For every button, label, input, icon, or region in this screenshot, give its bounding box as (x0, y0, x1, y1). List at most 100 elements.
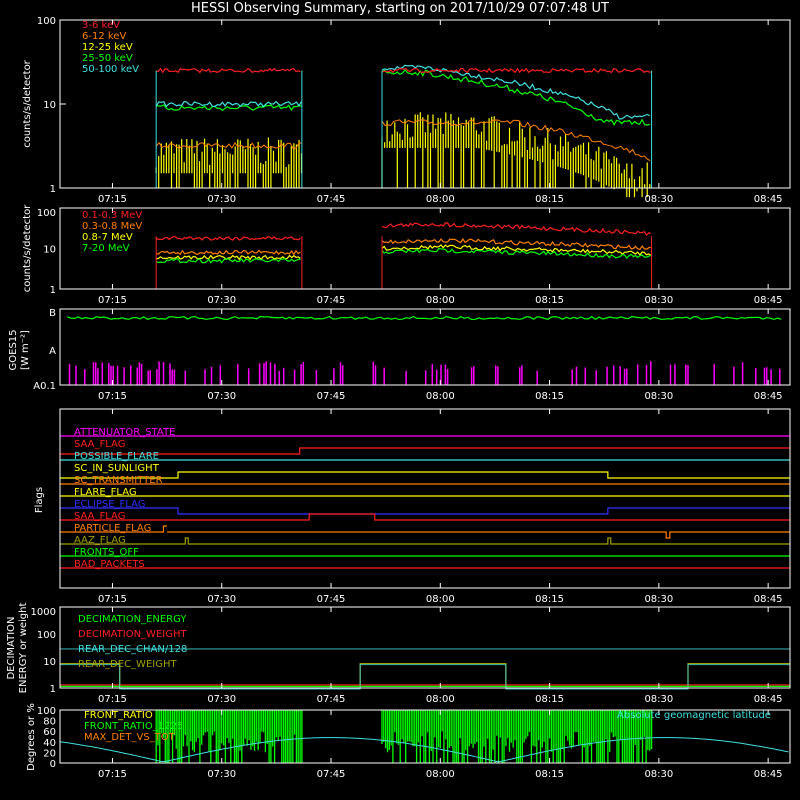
flag-label: ECLIPSE_FLAG (74, 499, 145, 510)
legend-entry: 50-100 keV (82, 64, 139, 75)
x-tick-label: 07:15 (98, 391, 127, 402)
legend-entry: DECIMATION_ENERGY (78, 614, 187, 625)
flag-line (60, 507, 790, 515)
y-axis-label: Degrees or % (26, 703, 37, 771)
x-tick-label: 07:45 (317, 769, 346, 780)
panel-2-frame (59, 207, 791, 290)
x-tick-label: 07:45 (317, 391, 346, 402)
x-tick-label: 07:15 (98, 295, 127, 306)
flag-line (60, 525, 790, 539)
flag-line (60, 513, 790, 521)
x-tick-label: 07:15 (98, 594, 127, 605)
x-tick-label: 07:30 (207, 769, 236, 780)
flag-label: PARTICLE_FLAG (74, 523, 151, 534)
y-tick-label: 60 (43, 727, 56, 738)
y-tick-label: 20 (43, 748, 56, 759)
x-tick-label: 07:15 (98, 194, 127, 205)
flag-label: ATTENUATOR_STATE (74, 427, 175, 438)
flag-label: AAZ_FLAG (74, 535, 126, 546)
x-tick-label: 08:15 (535, 194, 564, 205)
legend-entry: 12-25 keV (82, 42, 133, 53)
y-tick-label: A (49, 346, 56, 357)
legend-entry: 3-6 keV (82, 20, 120, 31)
y-tick-label: 10 (43, 245, 56, 256)
y-tick-label: 100 (37, 706, 56, 717)
x-tick-label: 07:30 (207, 295, 236, 306)
y-tick-label: 1 (50, 684, 56, 695)
flag-label: SAA_FLAG (74, 439, 125, 450)
y-tick-label: 1000 (31, 607, 56, 618)
x-tick-label: 08:00 (426, 769, 455, 780)
x-tick-label: 08:45 (754, 391, 783, 402)
y-axis-label: counts/s/detector (22, 59, 33, 147)
x-tick-label: 08:45 (754, 194, 783, 205)
x-tick-label: 08:45 (754, 295, 783, 306)
y-tick-label: 100 (37, 16, 56, 27)
flag-line (60, 537, 790, 545)
y-tick-label: 100 (37, 208, 56, 219)
x-tick-label: 07:30 (207, 594, 236, 605)
x-tick-label: 08:15 (535, 391, 564, 402)
x-tick-label: 07:30 (207, 194, 236, 205)
y-tick-label: 1 (50, 285, 56, 296)
x-tick-label: 07:30 (207, 694, 236, 705)
flag-line (60, 471, 790, 479)
x-tick-label: 08:15 (535, 295, 564, 306)
x-tick-label: 07:15 (98, 769, 127, 780)
legend-entry: 0.1-0.3 MeV (82, 210, 142, 221)
flag-label: SC_TRANSMITTER (74, 475, 163, 486)
y-tick-label: B (49, 308, 56, 319)
x-tick-label: 08:45 (754, 769, 783, 780)
x-tick-label: 08:00 (426, 391, 455, 402)
series-0.8-7mev (156, 244, 652, 261)
y-axis-label: Flags (34, 487, 45, 513)
series-0.1-0.3mev (155, 222, 652, 241)
legend-entry: 0.3-0.8 MeV (82, 221, 142, 232)
x-tick-label: 08:30 (644, 594, 673, 605)
x-tick-label: 07:45 (317, 295, 346, 306)
x-tick-label: 08:15 (535, 769, 564, 780)
flag-label: FRONTS_OFF (74, 547, 139, 558)
x-tick-label: 08:30 (644, 194, 673, 205)
x-tick-label: 07:45 (317, 194, 346, 205)
flag-label: SAA_FLAG (74, 511, 125, 522)
x-tick-label: 07:45 (317, 694, 346, 705)
y-tick-label: 100 (37, 630, 56, 641)
legend-entry: REAR_DEC_CHAN/128 (78, 644, 187, 655)
x-tick-label: 07:15 (98, 694, 127, 705)
y-tick-label: 10 (43, 100, 56, 111)
flag-label: SC_IN_SUNLIGHT (74, 463, 160, 474)
y-axis-label-2: ENERGY or weight (18, 603, 29, 694)
y-tick-label: 1 (50, 184, 56, 195)
flag-label: BAD_PACKETS (74, 559, 145, 570)
x-tick-label: 07:45 (317, 594, 346, 605)
y-axis-label: counts/s/detector (22, 204, 33, 292)
x-tick-label: 08:30 (644, 391, 673, 402)
x-tick-label: 08:45 (754, 694, 783, 705)
y-tick-label: 10 (43, 657, 56, 668)
latitude-label: Absolute geomagnetic latitude (617, 710, 771, 721)
x-tick-label: 08:15 (535, 694, 564, 705)
legend-entry: FRONT_RATIO (84, 710, 153, 721)
goes-long-channel (67, 315, 782, 321)
x-tick-label: 08:00 (426, 194, 455, 205)
x-tick-label: 08:00 (426, 594, 455, 605)
x-tick-label: 08:00 (426, 694, 455, 705)
legend-entry: 25-50 keV (82, 53, 133, 64)
front-ratio-bars (155, 710, 653, 763)
y-axis-label: GOES15 (8, 329, 19, 370)
x-tick-label: 08:30 (644, 769, 673, 780)
y-tick-label: 80 (43, 717, 56, 728)
x-tick-label: 08:00 (426, 295, 455, 306)
goes-short-channel (68, 361, 781, 385)
x-tick-label: 07:30 (207, 391, 236, 402)
x-tick-label: 08:30 (644, 295, 673, 306)
legend-entry: FRONT_RATIO_1225 (84, 721, 183, 732)
legend-entry: REAR_DEC_WEIGHT (78, 659, 177, 670)
legend-entry: 6-12 keV (82, 31, 126, 42)
legend-entry: DECIMATION_WEIGHT (78, 629, 187, 640)
y-tick-label: 0 (50, 759, 56, 770)
y-axis-unit: [W m⁻²] (20, 330, 31, 370)
series-12-25kev (155, 112, 651, 198)
y-axis-label: DECIMATION (6, 616, 17, 679)
